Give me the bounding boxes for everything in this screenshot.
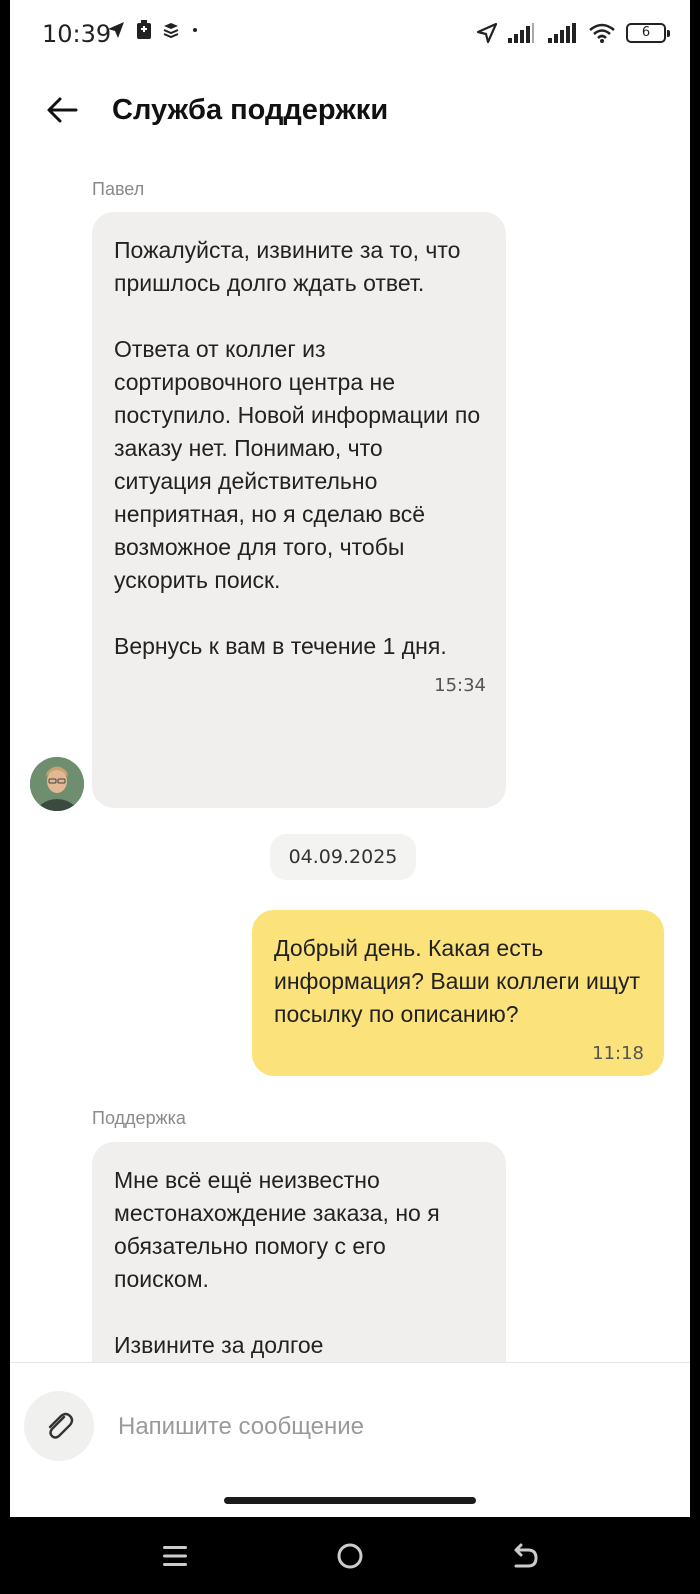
message-bubble-outgoing[interactable]: Добрый день. Какая есть информация? Ваши…	[252, 910, 664, 1076]
message-time: 11:18	[592, 1043, 644, 1064]
sender-name: Поддержка	[92, 1108, 186, 1128]
date-separator: 04.09.2025	[270, 834, 416, 880]
location-icon	[476, 22, 498, 44]
wifi-icon	[589, 23, 615, 43]
signal-icon	[508, 23, 534, 43]
header: Служба поддержки	[10, 72, 690, 152]
avatar-image	[30, 757, 84, 811]
back-button[interactable]	[38, 86, 86, 134]
stack-icon	[163, 23, 179, 39]
arrow-left-icon	[47, 97, 78, 123]
avatar[interactable]	[30, 757, 84, 811]
status-time: 10:39	[42, 20, 112, 48]
menu-button[interactable]	[150, 1531, 200, 1581]
telegram-icon	[108, 22, 124, 38]
message-text: Вернусь к вам в течение 1 дня.	[114, 633, 447, 659]
message-text: Пожалуйста, извините за то, что пришлось…	[114, 237, 461, 296]
home-indicator[interactable]	[224, 1497, 476, 1504]
message-text: Извините за долгое	[114, 1332, 324, 1358]
message-bubble-incoming[interactable]: Пожалуйста, извините за то, что пришлось…	[92, 212, 506, 808]
message-composer	[10, 1362, 690, 1462]
back-nav-button[interactable]	[500, 1531, 550, 1581]
battery-icon: 6	[626, 23, 670, 43]
chat-screen: 10:39 6 Служба поддержки Павел Пожалуйст…	[10, 0, 690, 1517]
dot-icon	[193, 28, 197, 32]
signal-icon	[548, 23, 576, 43]
message-time: 15:34	[434, 675, 486, 696]
message-input[interactable]	[118, 1405, 638, 1449]
status-right-icons: 6	[476, 22, 670, 44]
message-text: Добрый день. Какая есть информация? Ваши…	[274, 935, 641, 1027]
home-circle-icon	[337, 1543, 363, 1569]
notification-icon	[137, 20, 151, 39]
paperclip-icon	[48, 1412, 74, 1439]
page-title: Служба поддержки	[112, 94, 389, 126]
menu-icon	[163, 1546, 187, 1566]
navigation-bar	[0, 1517, 700, 1594]
attach-button[interactable]	[24, 1391, 94, 1461]
status-bar: 10:39 6	[10, 0, 690, 72]
back-icon	[514, 1543, 538, 1568]
status-left-icons	[106, 20, 200, 40]
message-text: Мне всё ещё неизвестно местонахождение з…	[114, 1167, 440, 1292]
chat-area[interactable]: Павел Пожалуйста, извините за то, что пр…	[10, 152, 690, 1362]
message-bubble-incoming[interactable]: Мне всё ещё неизвестно местонахождение з…	[92, 1142, 506, 1362]
sender-name: Павел	[92, 179, 145, 199]
home-button[interactable]	[325, 1531, 375, 1581]
message-text: Ответа от коллег из сортировочного центр…	[114, 336, 481, 593]
